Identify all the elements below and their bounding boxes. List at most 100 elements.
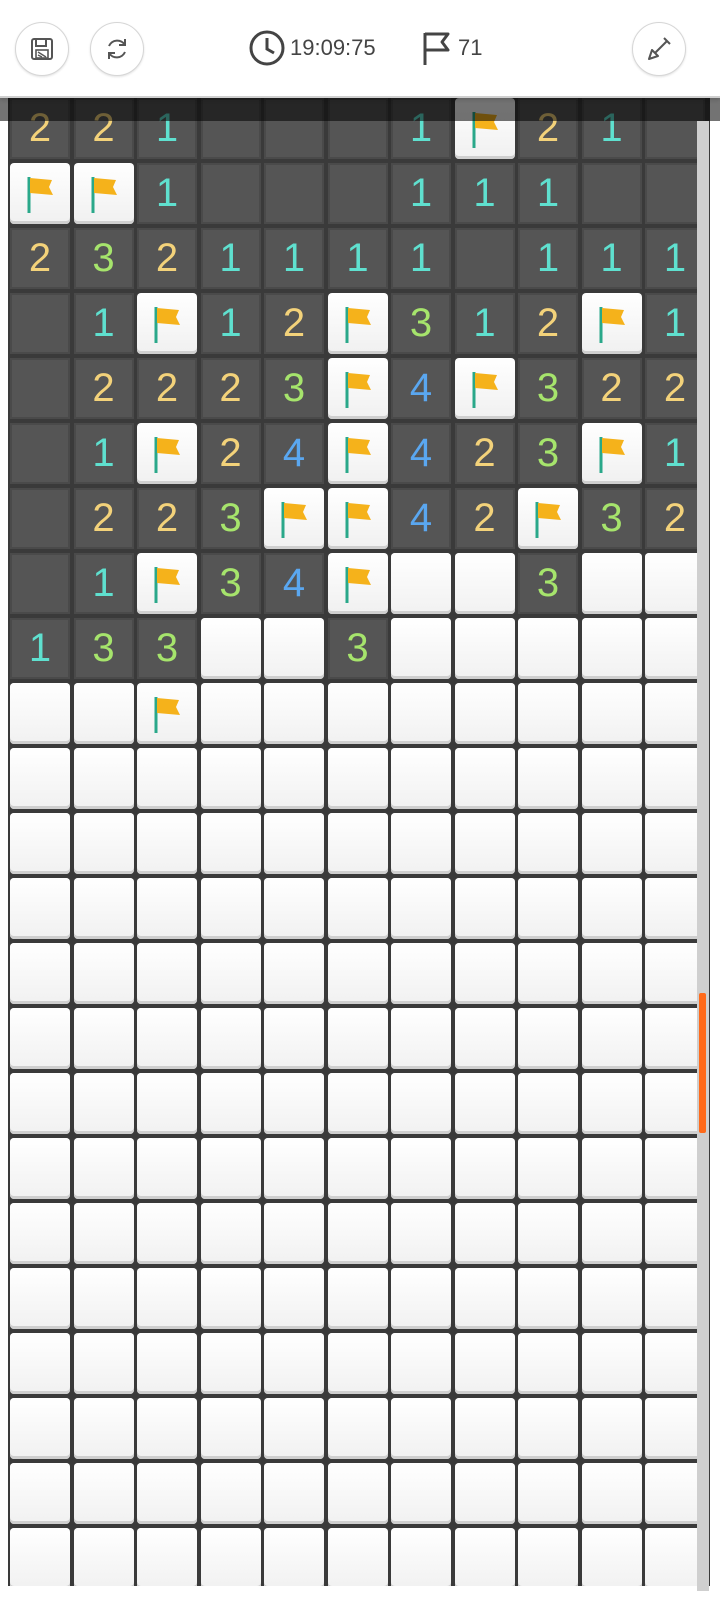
board-cell[interactable] — [73, 943, 134, 1004]
board-cell[interactable] — [200, 1138, 261, 1199]
restart-button[interactable] — [90, 22, 144, 76]
board-cell[interactable] — [581, 1333, 642, 1394]
board-cell[interactable] — [200, 813, 261, 874]
board-cell[interactable] — [264, 1268, 324, 1329]
board-cell[interactable] — [137, 1398, 197, 1459]
board-cell[interactable] — [454, 1333, 515, 1394]
board-cell[interactable] — [10, 878, 70, 939]
board-cell[interactable] — [391, 1268, 451, 1329]
board-cell[interactable] — [518, 943, 578, 1004]
board-cell[interactable] — [581, 878, 642, 939]
board-cell[interactable] — [264, 1463, 324, 1524]
save-button[interactable] — [15, 22, 69, 76]
flagged-cell[interactable] — [581, 423, 642, 484]
board-cell[interactable] — [73, 1333, 134, 1394]
board-cell[interactable] — [645, 878, 705, 939]
board-cell[interactable] — [10, 1333, 70, 1394]
board-cell[interactable] — [454, 618, 515, 679]
board-cell[interactable] — [264, 1528, 324, 1586]
board-cell[interactable] — [391, 1138, 451, 1199]
board-cell[interactable] — [264, 683, 324, 744]
board-cell[interactable] — [264, 1008, 324, 1069]
board-cell[interactable] — [454, 1203, 515, 1264]
flagged-cell[interactable] — [137, 293, 197, 354]
board-cell[interactable] — [200, 683, 261, 744]
board-cell[interactable] — [10, 1008, 70, 1069]
board-cell[interactable] — [454, 1268, 515, 1329]
board-cell[interactable] — [73, 748, 134, 809]
board-cell[interactable] — [200, 878, 261, 939]
board-cell[interactable] — [454, 1528, 515, 1586]
board-cell[interactable] — [327, 943, 388, 1004]
board-cell[interactable] — [391, 1073, 451, 1134]
board-cell[interactable] — [327, 1008, 388, 1069]
board-cell[interactable] — [391, 1398, 451, 1459]
board-cell[interactable] — [10, 1203, 70, 1264]
board-cell[interactable] — [391, 1463, 451, 1524]
board-cell[interactable] — [581, 1398, 642, 1459]
board-cell[interactable] — [518, 878, 578, 939]
board-cell[interactable] — [581, 1138, 642, 1199]
board-cell[interactable] — [454, 1138, 515, 1199]
board-cell[interactable] — [645, 553, 705, 614]
board-cell[interactable] — [73, 1203, 134, 1264]
board-cell[interactable] — [200, 618, 261, 679]
board-cell[interactable] — [581, 943, 642, 1004]
board-cell[interactable] — [327, 878, 388, 939]
board-cell[interactable] — [581, 1203, 642, 1264]
flagged-cell[interactable] — [518, 488, 578, 549]
board-cell[interactable] — [454, 1073, 515, 1134]
board-cell[interactable] — [73, 1398, 134, 1459]
board-cell[interactable] — [645, 683, 705, 744]
board-cell[interactable] — [454, 553, 515, 614]
board-cell[interactable] — [10, 813, 70, 874]
board-cell[interactable] — [137, 943, 197, 1004]
board-cell[interactable] — [73, 1008, 134, 1069]
board-cell[interactable] — [518, 1138, 578, 1199]
board-cell[interactable] — [645, 748, 705, 809]
board-cell[interactable] — [10, 1268, 70, 1329]
flagged-cell[interactable] — [327, 293, 388, 354]
board-cell[interactable] — [137, 1463, 197, 1524]
board-cell[interactable] — [581, 748, 642, 809]
board-cell[interactable] — [200, 1398, 261, 1459]
board-cell[interactable] — [264, 943, 324, 1004]
board-cell[interactable] — [645, 1073, 705, 1134]
board-cell[interactable] — [391, 553, 451, 614]
board-cell[interactable] — [200, 748, 261, 809]
board-cell[interactable] — [645, 1528, 705, 1586]
board-cell[interactable] — [391, 683, 451, 744]
board-cell[interactable] — [518, 1398, 578, 1459]
board-cell[interactable] — [264, 1203, 324, 1264]
board-cell[interactable] — [10, 1463, 70, 1524]
flagged-cell[interactable] — [137, 683, 197, 744]
board-cell[interactable] — [518, 748, 578, 809]
flagged-cell[interactable] — [10, 163, 70, 224]
board-cell[interactable] — [264, 878, 324, 939]
scrollbar-track[interactable] — [697, 121, 709, 1591]
board-cell[interactable] — [391, 1008, 451, 1069]
board-cell[interactable] — [518, 618, 578, 679]
board-cell[interactable] — [10, 1138, 70, 1199]
board-cell[interactable] — [73, 1073, 134, 1134]
board-cell[interactable] — [391, 813, 451, 874]
board-cell[interactable] — [581, 1268, 642, 1329]
board-cell[interactable] — [454, 1463, 515, 1524]
board-cell[interactable] — [391, 943, 451, 1004]
board-cell[interactable] — [327, 1138, 388, 1199]
board-cell[interactable] — [518, 1268, 578, 1329]
board-cell[interactable] — [264, 748, 324, 809]
board-cell[interactable] — [10, 1398, 70, 1459]
board-cell[interactable] — [327, 1073, 388, 1134]
board-cell[interactable] — [391, 878, 451, 939]
board-cell[interactable] — [73, 1463, 134, 1524]
board-cell[interactable] — [200, 1203, 261, 1264]
board-cell[interactable] — [518, 1333, 578, 1394]
board-cell[interactable] — [327, 1528, 388, 1586]
board-cell[interactable] — [391, 748, 451, 809]
board-cell[interactable] — [73, 683, 134, 744]
board-cell[interactable] — [391, 618, 451, 679]
board-cell[interactable] — [264, 1073, 324, 1134]
board-cell[interactable] — [581, 1463, 642, 1524]
board-cell[interactable] — [327, 813, 388, 874]
